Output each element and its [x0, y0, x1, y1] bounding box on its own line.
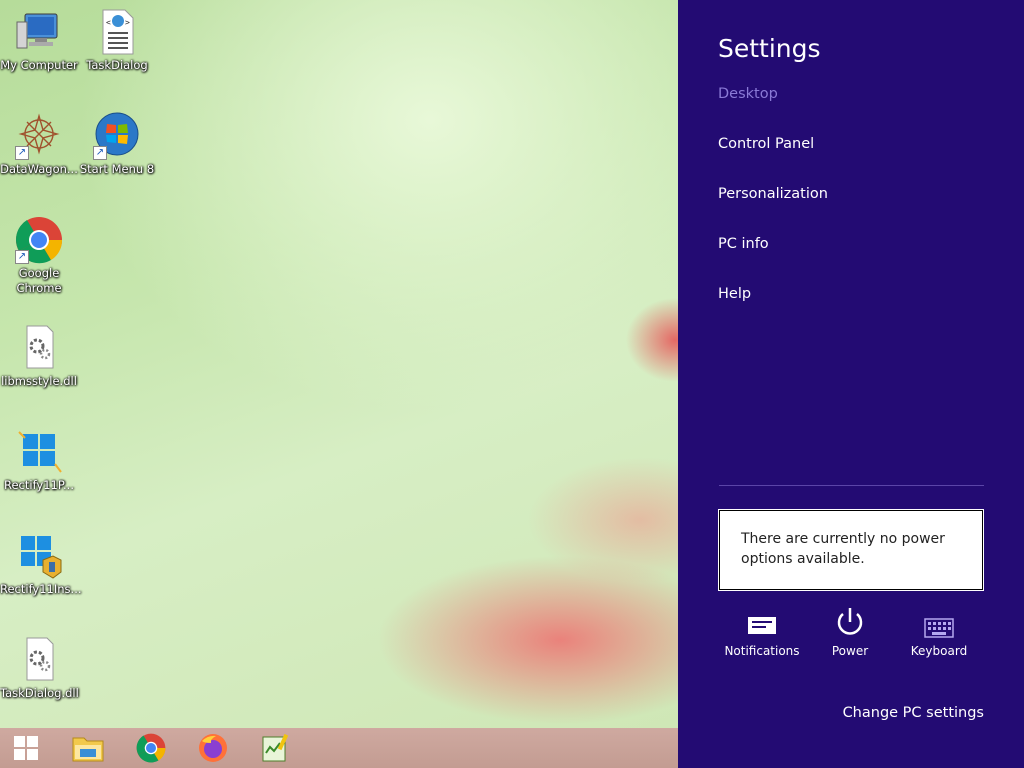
- file-explorer-icon: [72, 737, 104, 762]
- taskbar-file-explorer[interactable]: [68, 732, 108, 764]
- power-options-flyout: There are currently no power options ava…: [719, 510, 983, 590]
- desktop-icon-label: Rectify11Ins...: [0, 582, 82, 596]
- chrome-icon: ↗: [15, 216, 63, 264]
- datawagon-icon: ↗: [15, 112, 63, 160]
- dll-file-icon: [15, 636, 63, 684]
- personalization-link[interactable]: Personalization: [718, 186, 828, 202]
- taskbar-chrome[interactable]: [131, 732, 171, 764]
- desktop-icon-rectify11p[interactable]: Rectify11P...: [0, 428, 78, 493]
- settings-title: Settings: [718, 34, 821, 63]
- start-button[interactable]: [6, 732, 46, 764]
- help-link[interactable]: Help: [718, 286, 751, 302]
- desktop-icon-rectify11ins[interactable]: Rectify11Ins...: [0, 532, 82, 597]
- desktop-icon-label: DataWagon...: [0, 162, 78, 176]
- desktop-icon-label: Google Chrome: [16, 266, 62, 295]
- desktop-icon-libmsstyle-dll[interactable]: libmsstyle.dll: [0, 324, 78, 389]
- desktop-icon-label: My Computer: [0, 58, 78, 72]
- html-document-icon: < >: [93, 8, 141, 56]
- change-pc-settings-link[interactable]: Change PC settings: [843, 705, 984, 721]
- desktop-icon-label: libmsstyle.dll: [1, 374, 77, 388]
- taskbar-firefox[interactable]: [193, 732, 233, 764]
- power-label: Power: [831, 644, 869, 658]
- computer-icon: [15, 8, 63, 56]
- desktop-icon-taskdialog-dll[interactable]: TaskDialog.dll: [0, 636, 79, 701]
- dll-file-icon: [15, 324, 63, 372]
- desktop-icon-google-chrome[interactable]: ↗ Google Chrome: [0, 216, 78, 296]
- settings-context-desktop: Desktop: [718, 86, 778, 102]
- shortcut-arrow-icon: ↗: [93, 146, 107, 160]
- keyboard-icon: [894, 604, 984, 638]
- desktop-icon-label: Start Menu 8: [79, 162, 155, 176]
- settings-charm-pane: Settings Desktop Control Panel Personali…: [678, 0, 1024, 768]
- desktop-icon-label: TaskDialog: [86, 58, 148, 72]
- desktop-icon-my-computer[interactable]: My Computer: [0, 8, 78, 73]
- notifications-label: Notifications: [724, 644, 800, 658]
- desktop-icon-label: TaskDialog.dll: [0, 686, 79, 700]
- windows11-logo-icon: [15, 428, 63, 476]
- desktop-icon-taskdialog[interactable]: < > TaskDialog: [78, 8, 156, 73]
- windows-orb-icon: ↗: [93, 112, 141, 160]
- svg-text:>: >: [125, 18, 130, 27]
- pc-info-link[interactable]: PC info: [718, 236, 769, 252]
- notifications-icon: [717, 604, 807, 638]
- keyboard-button[interactable]: Keyboard: [894, 604, 984, 658]
- notepad-plus-icon: [262, 733, 289, 762]
- power-options-message: There are currently no power options ava…: [741, 531, 945, 567]
- desktop-icon-label: Rectify11P...: [4, 478, 74, 492]
- power-icon: [805, 604, 895, 638]
- desktop: My Computer < > TaskDialog ↗ DataWagon..…: [0, 0, 678, 728]
- taskbar-notepad-plus[interactable]: [255, 732, 295, 764]
- firefox-icon: [199, 734, 227, 762]
- svg-text:<: <: [106, 18, 111, 27]
- control-panel-link[interactable]: Control Panel: [718, 136, 814, 152]
- power-button[interactable]: Power: [805, 604, 895, 658]
- divider: [719, 485, 984, 486]
- shortcut-arrow-icon: ↗: [15, 250, 29, 264]
- chrome-icon: [136, 733, 166, 763]
- shortcut-arrow-icon: ↗: [15, 146, 29, 160]
- keyboard-label: Keyboard: [910, 644, 968, 658]
- windows-logo-icon: [14, 736, 38, 760]
- notifications-button[interactable]: Notifications: [717, 604, 807, 658]
- desktop-icon-datawagon[interactable]: ↗ DataWagon...: [0, 112, 78, 177]
- installer-icon: [15, 532, 63, 580]
- desktop-icon-start-menu-8[interactable]: ↗ Start Menu 8: [78, 112, 156, 177]
- taskbar: [0, 728, 678, 768]
